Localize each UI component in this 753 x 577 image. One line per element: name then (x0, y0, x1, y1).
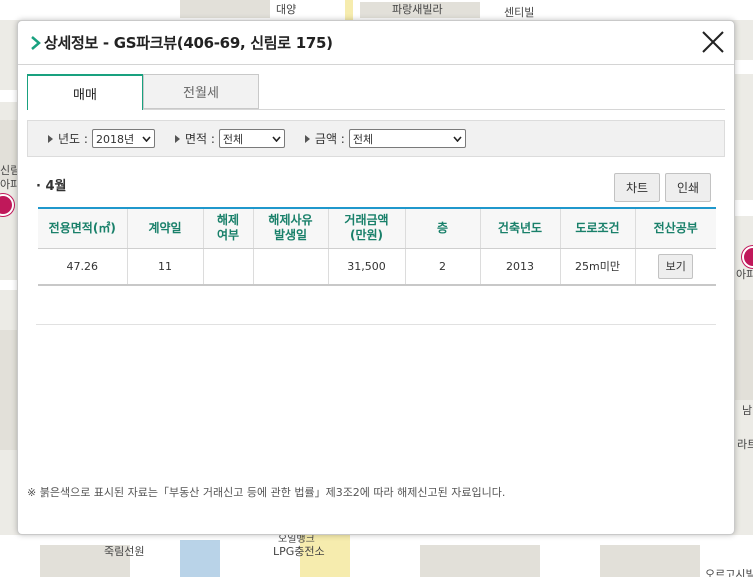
tab-sale[interactable]: 매매 (27, 74, 143, 110)
close-icon[interactable] (700, 29, 726, 55)
col-header-floor: 층 (404, 207, 480, 249)
map-label: 오르고시빌 (705, 568, 753, 577)
price-select-value: 전체 (352, 132, 374, 146)
map-block (0, 330, 17, 450)
dialog-title: 상세정보 - GS파크뷰(406-69, 신림로 175) (44, 34, 333, 52)
map-marker-pin[interactable] (742, 246, 753, 268)
map-label: 대양 (276, 3, 297, 16)
col-header-contract-day: 계약일 (126, 207, 203, 249)
year-filter: 년도 : 2018년 (48, 129, 155, 148)
col-header-cancel: 해제 여부 (202, 207, 253, 249)
print-button[interactable]: 인쇄 (665, 173, 711, 202)
filter-bar: 년도 : 2018년 면적 : 전체 금액 : 전체 (27, 120, 725, 157)
price-select[interactable]: 전체 (348, 129, 466, 148)
map-road (345, 0, 353, 20)
triangle-right-icon (304, 134, 310, 143)
map-block (600, 545, 700, 577)
transaction-table: 전용면적(㎡) 계약일 해제 여부 해제사유 발생일 거래금액 (만원) 층 건… (38, 207, 716, 286)
area-select-value: 전체 (222, 132, 244, 146)
month-heading: · 4월 (36, 179, 67, 194)
col-header-price: 거래금액 (만원) (327, 207, 405, 249)
cell-road: 25m미만 (559, 248, 635, 286)
chevron-down-icon (272, 135, 281, 142)
map-block (735, 300, 753, 400)
map-label: LPG충전소 (273, 545, 325, 558)
price-filter: 금액 : 전체 (304, 129, 466, 148)
cell-cancel (202, 248, 253, 286)
area-filter: 면적 : 전체 (174, 129, 285, 148)
dialog-header: 상세정보 - GS파크뷰(406-69, 신림로 175) (18, 21, 734, 65)
view-button[interactable]: 보기 (658, 253, 694, 279)
cell-registry: 보기 (634, 248, 716, 286)
col-header-registry: 전산공부 (634, 207, 716, 249)
tab-bar: 매매 전월세 (27, 74, 259, 110)
map-road (0, 280, 17, 290)
map-stream (180, 540, 220, 577)
table-row: 47.26 11 31,500 2 2013 25m미만 보기 (38, 248, 716, 286)
cell-floor: 2 (404, 248, 480, 286)
map-road (735, 60, 753, 74)
footnote: ※ 붉은색으로 표시된 자료는「부동산 거래신고 등에 관한 법률」제3조2에 … (27, 486, 506, 499)
map-label: 파랑새빌라 (392, 3, 443, 16)
cell-contract-day: 11 (126, 248, 203, 286)
cell-area: 47.26 (38, 248, 127, 286)
col-header-build-year: 건축년도 (479, 207, 560, 249)
map-label: 죽림선원 (104, 545, 145, 558)
area-filter-label: 면적 : (184, 132, 215, 146)
chart-button[interactable]: 차트 (614, 173, 660, 202)
price-filter-label: 금액 : (314, 132, 345, 146)
map-label: 라트 (737, 438, 753, 451)
map-label: 남 (742, 404, 753, 417)
chevron-down-icon (142, 135, 151, 142)
tab-rent[interactable]: 전월세 (143, 74, 259, 109)
cell-build-year: 2013 (479, 248, 560, 286)
table-header-row: 전용면적(㎡) 계약일 해제 여부 해제사유 발생일 거래금액 (만원) 층 건… (38, 207, 716, 249)
cell-price: 31,500 (327, 248, 405, 286)
col-header-area: 전용면적(㎡) (38, 207, 127, 249)
col-header-road: 도로조건 (559, 207, 635, 249)
map-road (735, 200, 753, 216)
year-select[interactable]: 2018년 (91, 129, 155, 148)
map-marker-pin[interactable] (0, 194, 14, 216)
content-divider (36, 324, 716, 325)
map-block (420, 545, 540, 577)
map-block (180, 0, 270, 18)
triangle-right-icon (48, 134, 53, 143)
year-filter-label: 년도 : (58, 132, 88, 146)
map-label: 센티빌 (504, 6, 535, 19)
detail-dialog: 상세정보 - GS파크뷰(406-69, 신림로 175) 매매 전월세 년도 … (17, 20, 735, 535)
year-select-value: 2018년 (95, 132, 135, 146)
col-header-cancel-date: 해제사유 발생일 (252, 207, 328, 249)
area-select[interactable]: 전체 (218, 129, 285, 148)
chevron-down-icon (453, 135, 462, 142)
chevron-right-icon (31, 35, 41, 50)
map-road (0, 90, 17, 102)
cell-cancel-date (252, 248, 328, 286)
map-label: 아파 (736, 268, 753, 281)
triangle-right-icon (174, 134, 180, 143)
